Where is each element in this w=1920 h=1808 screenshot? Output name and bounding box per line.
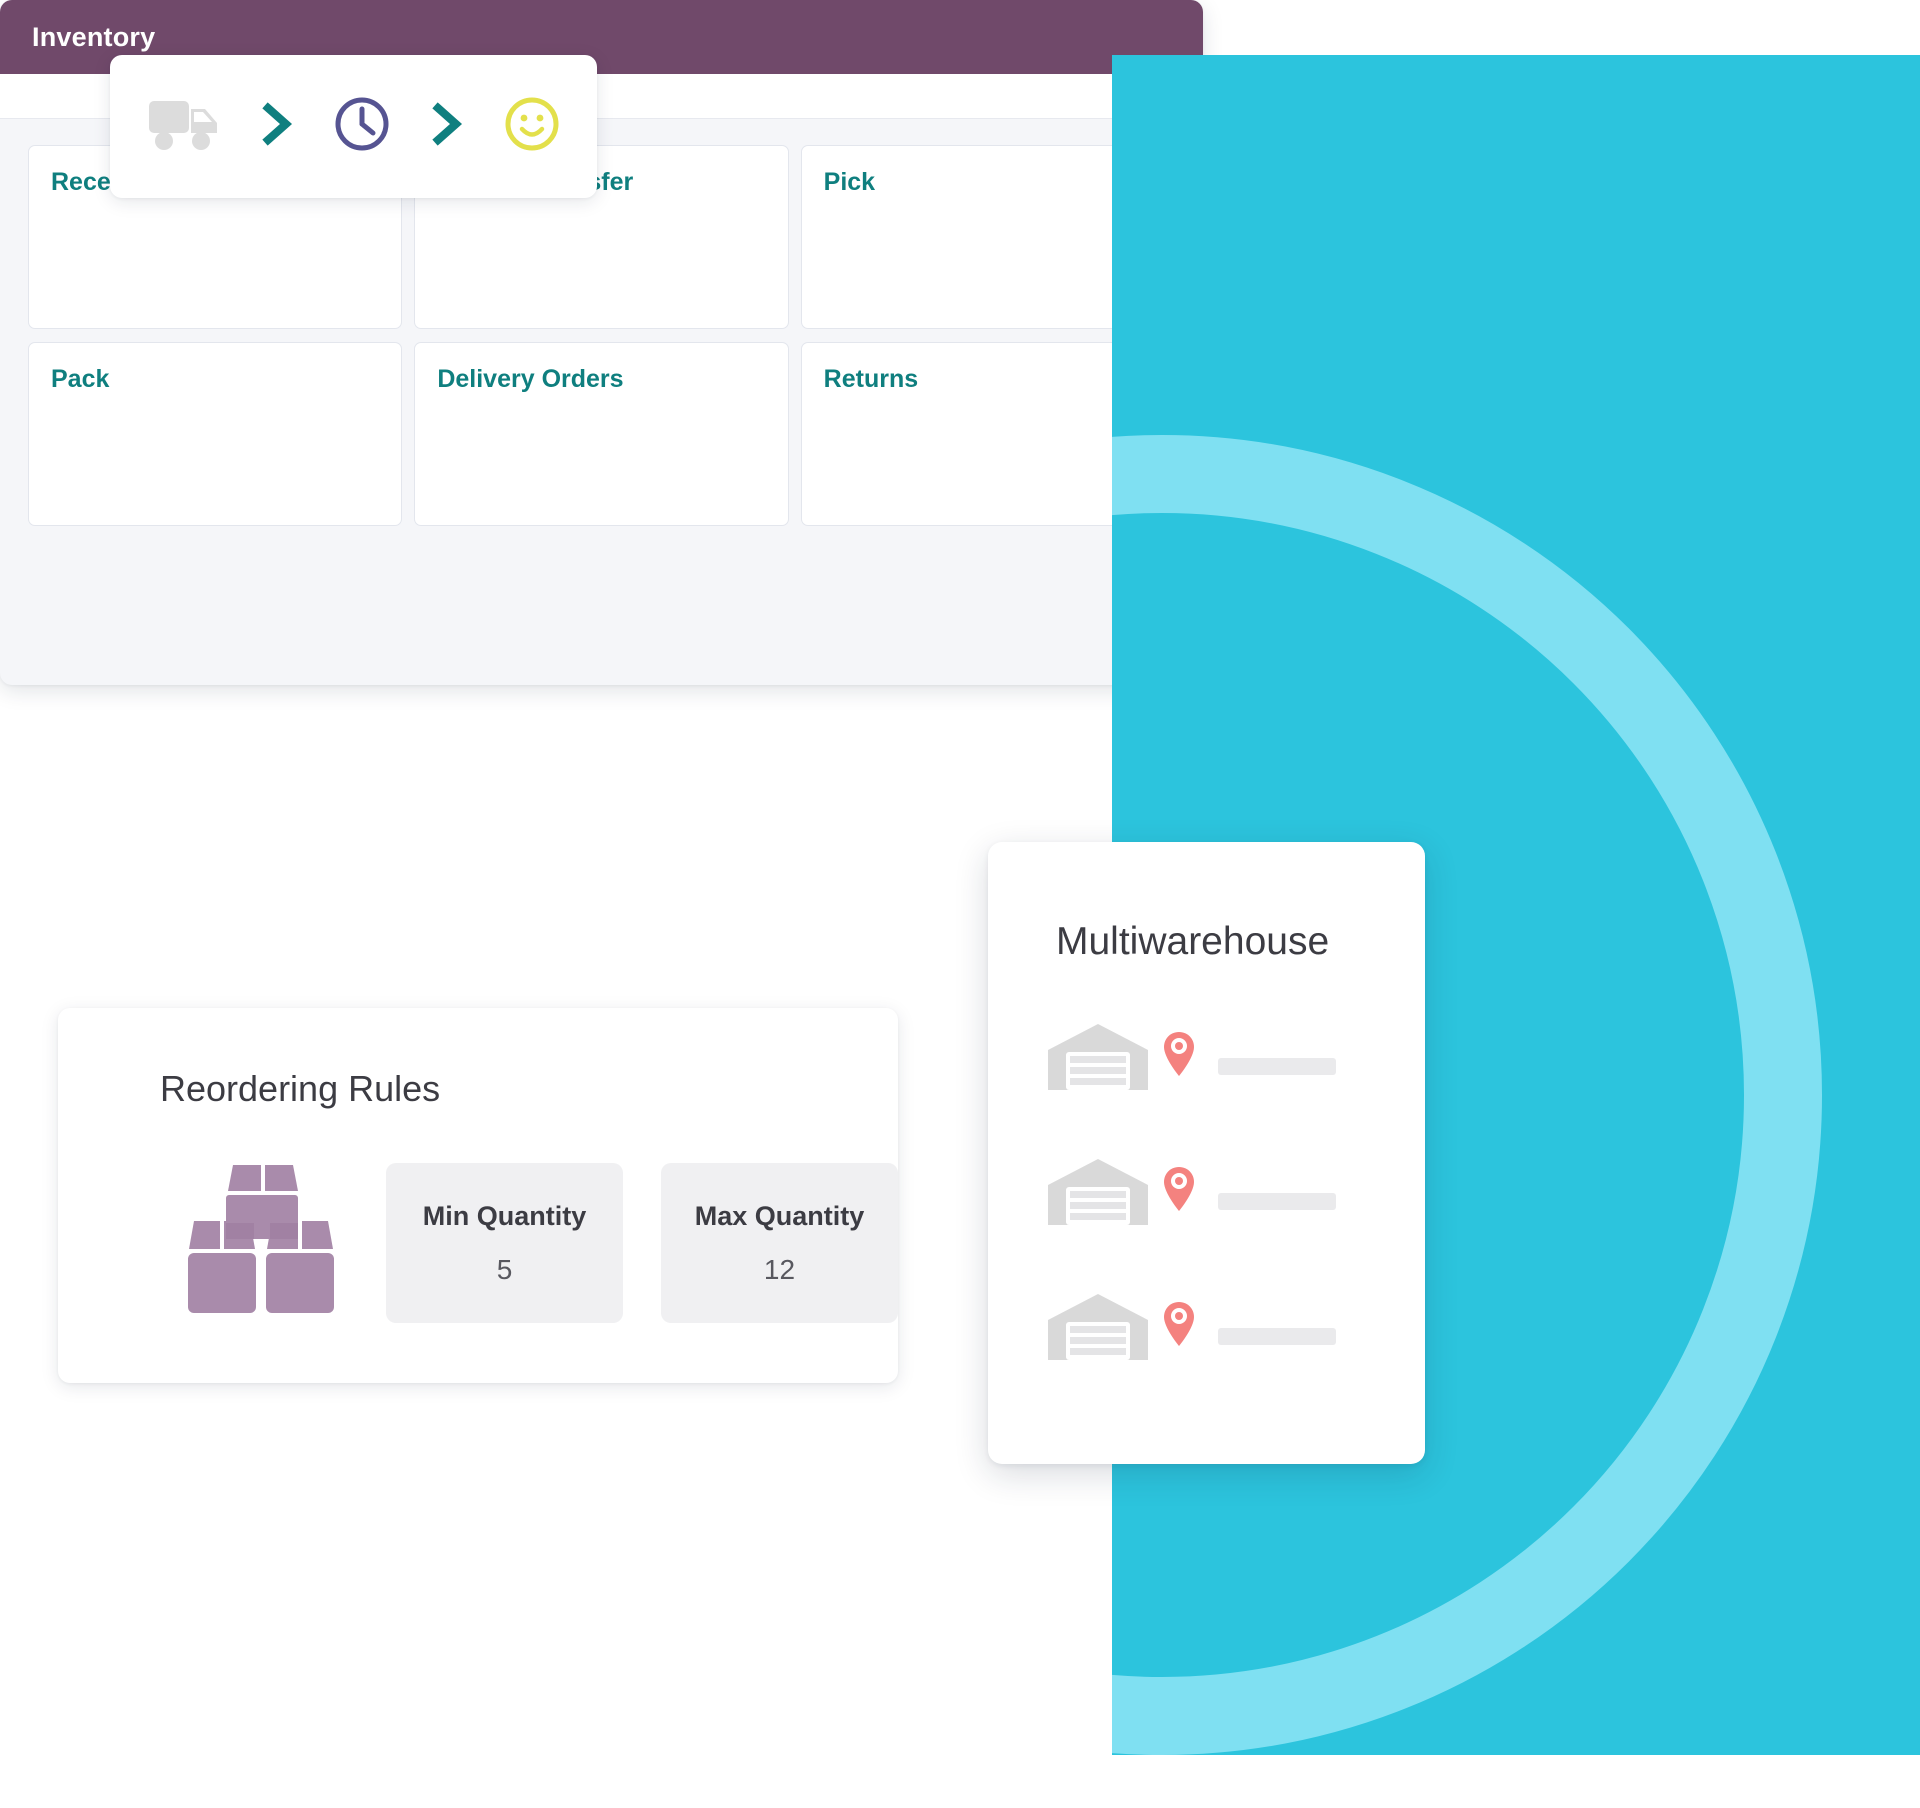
tile-label: Returns (823, 365, 919, 393)
truck-icon (147, 95, 221, 158)
chevron-right-icon (259, 100, 295, 153)
stacked-boxes-icon (176, 1163, 348, 1323)
max-quantity-field[interactable]: Max Quantity 12 (661, 1163, 898, 1323)
warehouse-name-placeholder (1218, 1328, 1336, 1345)
tile-label: Delivery Orders (437, 365, 624, 393)
warehouse-name-placeholder (1218, 1193, 1336, 1210)
list-item[interactable] (1046, 1292, 1336, 1367)
tile-label: Pick (823, 168, 876, 196)
chevron-right-icon (429, 100, 465, 153)
map-pin-icon (1162, 1300, 1196, 1353)
warehouse-name-placeholder (1218, 1058, 1336, 1075)
max-quantity-value: 12 (763, 1253, 796, 1285)
multiwarehouse-title: Multiwarehouse (1056, 920, 1330, 963)
page-title: Inventory (32, 21, 156, 52)
multiwarehouse-list (1046, 1022, 1336, 1367)
delivery-flow-card (110, 55, 597, 198)
tile-pack[interactable]: Pack (28, 342, 403, 526)
warehouse-icon (1046, 1292, 1150, 1367)
min-quantity-field[interactable]: Min Quantity 5 (386, 1163, 623, 1323)
list-item[interactable] (1046, 1157, 1336, 1232)
tile-delivery-orders[interactable]: Delivery Orders (414, 342, 789, 526)
map-pin-icon (1162, 1030, 1196, 1083)
reordering-rules-row: Min Quantity 5 Max Quantity 12 (176, 1163, 898, 1323)
tile-label: Pack (51, 365, 110, 393)
tile-row: Pack Delivery Orders Returns (28, 342, 1175, 526)
reordering-rules-card: Reordering Rules Min Quantity 5 Max Quan… (58, 1008, 898, 1383)
clock-icon (333, 95, 391, 158)
max-quantity-label: Max Quantity (694, 1200, 865, 1231)
smiley-face-icon (503, 95, 561, 158)
warehouse-icon (1046, 1157, 1150, 1232)
warehouse-icon (1046, 1022, 1150, 1097)
reordering-rules-title: Reordering Rules (160, 1068, 441, 1109)
min-quantity-label: Min Quantity (422, 1200, 587, 1231)
map-pin-icon (1162, 1165, 1196, 1218)
multiwarehouse-card: Multiwarehouse (988, 842, 1425, 1464)
list-item[interactable] (1046, 1022, 1336, 1097)
min-quantity-value: 5 (496, 1253, 513, 1285)
